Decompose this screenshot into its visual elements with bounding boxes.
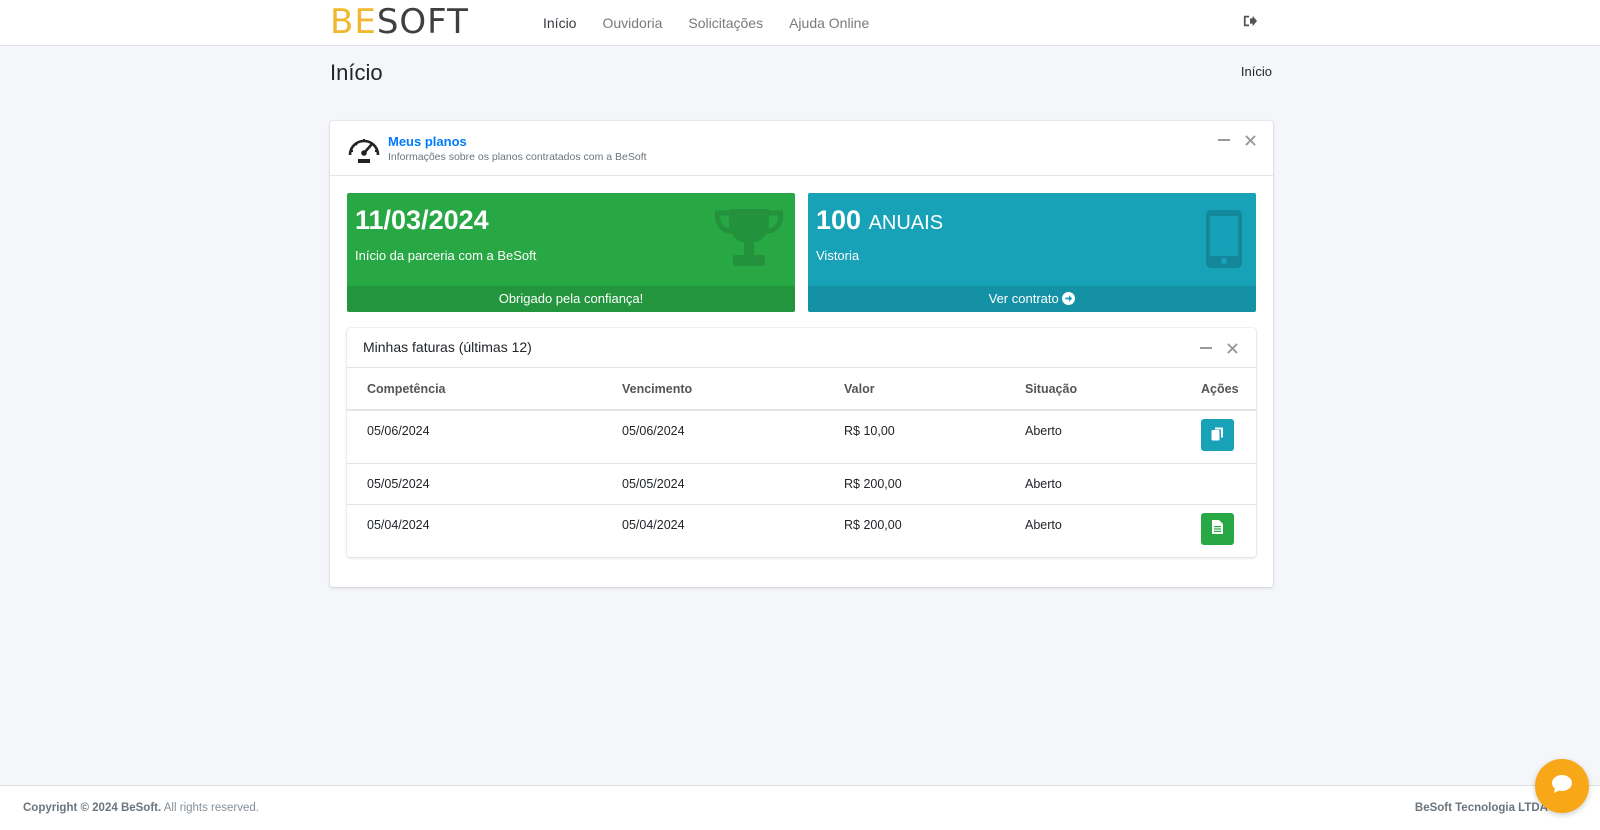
column-header-acoes: Ações xyxy=(1181,368,1256,411)
table-row: 05/04/2024 05/04/2024 R$ 200,00 Aberto xyxy=(347,504,1256,557)
cell-situacao: Aberto xyxy=(1025,517,1062,532)
arrow-circle-right-icon xyxy=(1062,291,1076,306)
partnership-start-date: 11/03/2024 xyxy=(355,205,489,235)
cell-valor: R$ 200,00 xyxy=(824,463,1005,505)
cell-acoes xyxy=(1181,410,1256,464)
view-invoice-button[interactable] xyxy=(1201,512,1234,545)
cell-vencimento: 05/05/2024 xyxy=(602,463,824,505)
plan-type-label: Vistoria xyxy=(816,248,860,263)
page-title: Início xyxy=(330,60,383,85)
table-row: 05/06/2024 05/06/2024 R$ 10,00 Aberto xyxy=(347,410,1256,464)
view-contract-label: Ver contrato xyxy=(988,291,1059,306)
file-icon xyxy=(1212,520,1223,537)
invoices-title: Minhas faturas (últimas 12) xyxy=(363,339,532,355)
sign-out-icon[interactable] xyxy=(1243,14,1259,30)
plan-quantity-value: 100 xyxy=(816,205,862,235)
collapse-icon[interactable] xyxy=(1200,342,1212,357)
close-icon[interactable] xyxy=(1245,134,1256,149)
breadcrumb[interactable]: Início xyxy=(1241,64,1272,79)
copyright-bold: Copyright © 2024 BeSoft. xyxy=(23,802,162,814)
cell-vencimento: 05/06/2024 xyxy=(602,410,824,464)
copyright: Copyright © 2024 BeSoft. All rights rese… xyxy=(23,802,259,814)
table-header-row: Competência Vencimento Valor Situação Aç… xyxy=(347,368,1256,411)
cell-acoes xyxy=(1181,504,1256,557)
column-header-situacao: Situação xyxy=(1005,368,1181,411)
cell-competencia: 05/04/2024 xyxy=(367,517,430,532)
trophy-icon xyxy=(714,207,784,274)
copy-invoice-button[interactable] xyxy=(1201,419,1234,451)
invoices-card-header: Minhas faturas (últimas 12) xyxy=(347,328,1256,368)
page-footer: Copyright © 2024 BeSoft. All rights rese… xyxy=(0,785,1600,830)
logo-text-soft: SOFT xyxy=(376,2,469,42)
plans-card: Meus planos Informações sobre os planos … xyxy=(330,121,1273,587)
cell-situacao: Aberto xyxy=(1005,463,1181,505)
cell-competencia: 05/06/2024 xyxy=(347,410,602,464)
nav-item-inicio[interactable]: Início xyxy=(530,15,589,31)
cell-acoes xyxy=(1181,463,1256,505)
partnership-thanks-footer: Obrigado pela confiança! xyxy=(347,286,795,312)
column-header-valor: Valor xyxy=(824,368,1005,411)
chat-widget-button[interactable] xyxy=(1535,759,1589,813)
column-header-competencia: Competência xyxy=(347,368,602,411)
invoices-card: Minhas faturas (últimas 12) Competência … xyxy=(347,328,1256,557)
partnership-start-box: 11/03/2024 Início da parceria com a BeSo… xyxy=(347,193,795,312)
plan-quantity-box: 100 ANUAIS Vistoria Ver contrato xyxy=(808,193,1256,312)
plans-card-title: Meus planos xyxy=(388,134,467,149)
copyright-rest: All rights reserved. xyxy=(163,802,259,814)
nav-item-solicitacoes[interactable]: Solicitações xyxy=(675,15,776,31)
nav-item-ajuda-online[interactable]: Ajuda Online xyxy=(776,15,882,31)
top-navbar: BE SOFT Início Ouvidoria Solicitações Aju… xyxy=(0,0,1600,46)
view-contract-link[interactable]: Ver contrato xyxy=(808,286,1256,312)
cell-vencimento: 05/04/2024 xyxy=(622,517,685,532)
table-row: 05/05/2024 05/05/2024 R$ 200,00 Aberto xyxy=(347,463,1256,505)
partnership-start-label: Início da parceria com a BeSoft xyxy=(355,248,537,263)
logo-text-be: BE xyxy=(330,2,377,42)
speedometer-icon xyxy=(346,131,382,165)
column-header-vencimento: Vencimento xyxy=(602,368,824,411)
plans-card-subtitle: Informações sobre os planos contratados … xyxy=(388,151,647,163)
plan-quantity-suffix: ANUAIS xyxy=(868,212,944,234)
besoft-logo[interactable]: BE SOFT xyxy=(330,2,469,42)
mobile-icon xyxy=(1205,209,1243,274)
plans-card-header: Meus planos Informações sobre os planos … xyxy=(330,121,1273,176)
invoices-table: Competência Vencimento Valor Situação Aç… xyxy=(347,368,1256,557)
main-nav: Início Ouvidoria Solicitações Ajuda Onli… xyxy=(530,0,882,46)
cell-valor: R$ 10,00 xyxy=(824,410,1005,464)
cell-situacao: Aberto xyxy=(1005,410,1181,464)
company-name: BeSoft Tecnologia LTDA xyxy=(1414,802,1548,814)
cell-competencia: 05/05/2024 xyxy=(347,463,602,505)
chat-bubble-icon xyxy=(1551,774,1573,799)
close-icon[interactable] xyxy=(1227,342,1238,357)
nav-item-ouvidoria[interactable]: Ouvidoria xyxy=(589,15,675,31)
collapse-icon[interactable] xyxy=(1218,134,1230,149)
cell-valor: R$ 200,00 xyxy=(844,517,902,532)
plan-quantity: 100 ANUAIS xyxy=(816,205,943,236)
copy-icon xyxy=(1211,427,1224,444)
